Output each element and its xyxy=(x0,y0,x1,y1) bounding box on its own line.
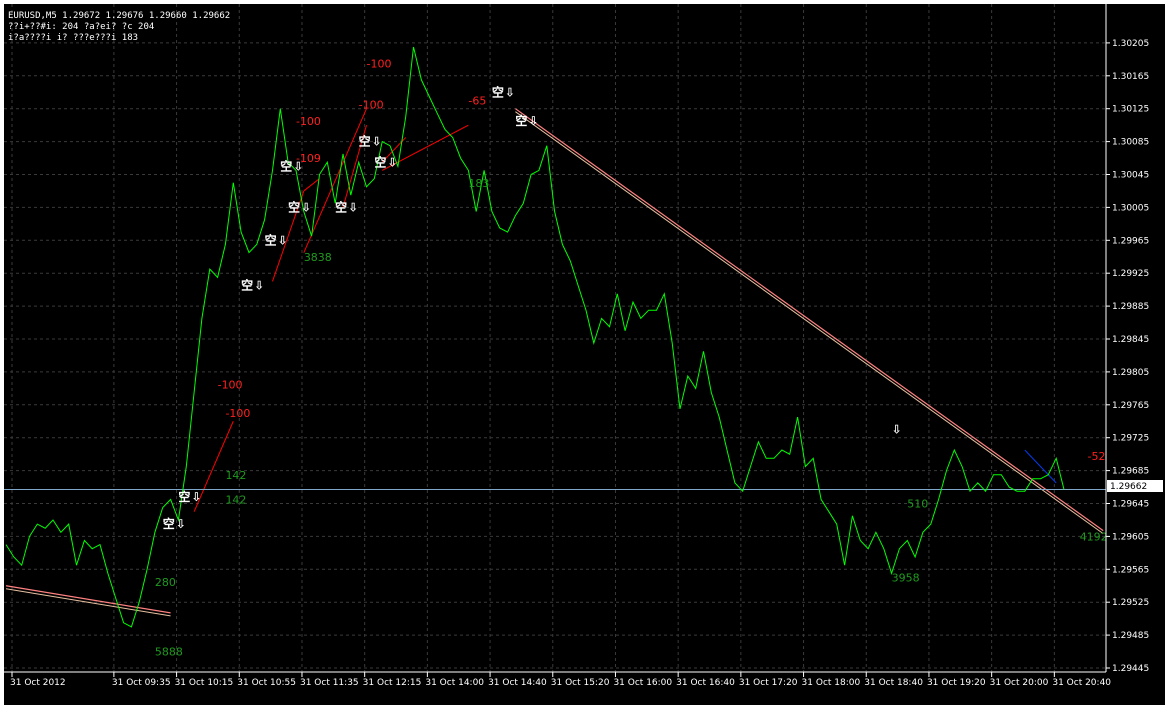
price-tick-label: 1.29845 xyxy=(1112,335,1149,345)
loss-label: -100 xyxy=(367,58,392,71)
time-tick-label: 31 Oct 17:20 xyxy=(739,678,798,688)
current-price-tag: 1.29662 xyxy=(1107,480,1163,492)
symbol-info-line: EURUSD,M5 1.29672 1.29676 1.29660 1.2966… xyxy=(8,11,230,21)
time-tick-label: 31 Oct 11:35 xyxy=(300,678,359,688)
price-tick-label: 1.29965 xyxy=(1112,236,1149,246)
sell-arrow-icon: ⇩ xyxy=(348,201,358,215)
profit-label: 4192 xyxy=(1080,531,1108,544)
price-tick-label: 1.29645 xyxy=(1112,500,1149,510)
loss-label: -100 xyxy=(225,407,250,420)
sell-marker-label: 空 xyxy=(288,200,300,215)
current-price-label: 1.29662 xyxy=(1110,482,1147,492)
profit-label: 142 xyxy=(225,494,246,507)
sell-arrow-icon: ⇩ xyxy=(372,135,382,149)
trade-marker: 空 ⇩ xyxy=(515,113,538,128)
loss-label: -65 xyxy=(468,95,486,108)
trade-marker: 空 ⇩ xyxy=(280,158,303,173)
sell-arrow-icon: ⇩ xyxy=(278,233,288,247)
price-tick-label: 1.30125 xyxy=(1112,105,1149,115)
trade-marker: 空 ⇩ xyxy=(492,84,515,99)
loss-label: -52 xyxy=(1088,450,1106,463)
price-tick-label: 1.29565 xyxy=(1112,565,1149,575)
price-tick-label: 1.29805 xyxy=(1112,368,1149,378)
sell-arrow-icon: ⇩ xyxy=(254,279,264,293)
time-tick-label: 31 Oct 14:00 xyxy=(425,678,484,688)
sell-arrow-icon: ⇩ xyxy=(387,155,397,169)
sell-marker-label: 空 xyxy=(374,154,386,169)
price-tick-label: 1.30165 xyxy=(1112,72,1149,82)
sell-marker-label: 空 xyxy=(335,200,347,215)
trade-marker: 空 ⇩ xyxy=(163,516,186,531)
loss-label: -100 xyxy=(296,115,321,128)
trade-marker: 空 ⇩ xyxy=(178,489,201,504)
time-tick-label: 31 Oct 10:55 xyxy=(237,678,296,688)
price-tick-label: 1.29605 xyxy=(1112,532,1149,542)
loss-label: -100 xyxy=(359,99,384,112)
time-tick-label: 31 Oct 16:40 xyxy=(676,678,735,688)
price-tick-label: 1.29485 xyxy=(1112,631,1149,641)
trade-marker: 空 ⇩ xyxy=(335,200,358,215)
loss-label: -100 xyxy=(218,378,243,391)
time-tick-label: 31 Oct 18:00 xyxy=(802,678,861,688)
sell-marker-label: 空 xyxy=(241,278,253,293)
time-tick-label: 31 Oct 14:40 xyxy=(488,678,547,688)
profit-label: 510 xyxy=(907,498,928,511)
trade-marker: 空 ⇩ xyxy=(374,154,397,169)
profit-label: 3958 xyxy=(892,572,920,585)
price-tick-label: 1.30005 xyxy=(1112,203,1149,213)
sell-marker-label: 空 xyxy=(515,113,527,128)
sell-arrow-icon: ⇩ xyxy=(293,159,303,173)
price-tick-label: 1.29725 xyxy=(1112,434,1149,444)
info-line-2: ??i+??#i: 204 ?a?ei? ?c 204 xyxy=(8,22,154,32)
trade-marker: ⇩ xyxy=(892,423,902,437)
price-tick-label: 1.29885 xyxy=(1112,302,1149,312)
trade-marker: 空 ⇩ xyxy=(359,134,382,149)
sell-marker-label: 空 xyxy=(265,232,277,247)
time-tick-label: 31 Oct 20:00 xyxy=(990,678,1049,688)
price-tick-label: 1.30045 xyxy=(1112,171,1149,181)
sell-arrow-icon: ⇩ xyxy=(176,517,186,531)
sell-marker-label: 空 xyxy=(163,516,175,531)
time-tick-label: 31 Oct 18:40 xyxy=(864,678,923,688)
price-tick-label: 1.30205 xyxy=(1112,39,1149,49)
time-tick-label: 31 Oct 09:35 xyxy=(112,678,171,688)
time-tick-label: 31 Oct 2012 xyxy=(10,678,66,688)
sell-arrow-icon: ⇩ xyxy=(191,490,201,504)
sell-arrow-icon: ⇩ xyxy=(505,85,515,99)
time-tick-label: 31 Oct 12:15 xyxy=(363,678,422,688)
profit-label: 5888 xyxy=(155,646,183,659)
profit-label: 142 xyxy=(225,469,246,482)
time-tick-label: 31 Oct 16:00 xyxy=(613,678,672,688)
profit-label: 183 xyxy=(468,177,489,190)
sell-arrow-icon: ⇩ xyxy=(528,114,538,128)
price-chart[interactable]: -100-100-100-109-65-100-100-521421421832… xyxy=(4,4,1165,705)
chart-window: -100 -100 -100 -109 -65 -100 -100 -52 142 142 183 2… xyxy=(0,0,1169,709)
time-tick-label: 31 Oct 20:40 xyxy=(1052,678,1111,688)
price-tick-label: 1.29525 xyxy=(1112,598,1149,608)
trade-marker: 空 ⇩ xyxy=(265,232,288,247)
sell-marker-label: 空 xyxy=(280,158,292,173)
price-tick-label: 1.29925 xyxy=(1112,269,1149,279)
sell-arrow-icon: ⇩ xyxy=(301,201,311,215)
sell-marker-label: 空 xyxy=(178,489,190,504)
trade-marker: 空 ⇩ xyxy=(241,278,264,293)
price-tick-label: 1.29765 xyxy=(1112,401,1149,411)
trade-marker: 空 ⇩ xyxy=(288,200,311,215)
price-tick-label: 1.29685 xyxy=(1112,467,1149,477)
time-tick-label: 31 Oct 10:15 xyxy=(175,678,234,688)
info-line-3: i?a????i i? ???e???i 183 xyxy=(8,33,138,43)
sell-arrow-icon: ⇩ xyxy=(892,423,902,437)
sell-marker-label: 空 xyxy=(492,84,504,99)
sell-marker-label: 空 xyxy=(359,134,371,149)
time-tick-label: 31 Oct 15:20 xyxy=(551,678,610,688)
profit-label: 280 xyxy=(155,576,176,589)
price-tick-label: 1.29445 xyxy=(1112,664,1149,674)
price-tick-label: 1.30085 xyxy=(1112,138,1149,148)
time-tick-label: 31 Oct 19:20 xyxy=(927,678,986,688)
profit-label: 3838 xyxy=(304,251,332,264)
